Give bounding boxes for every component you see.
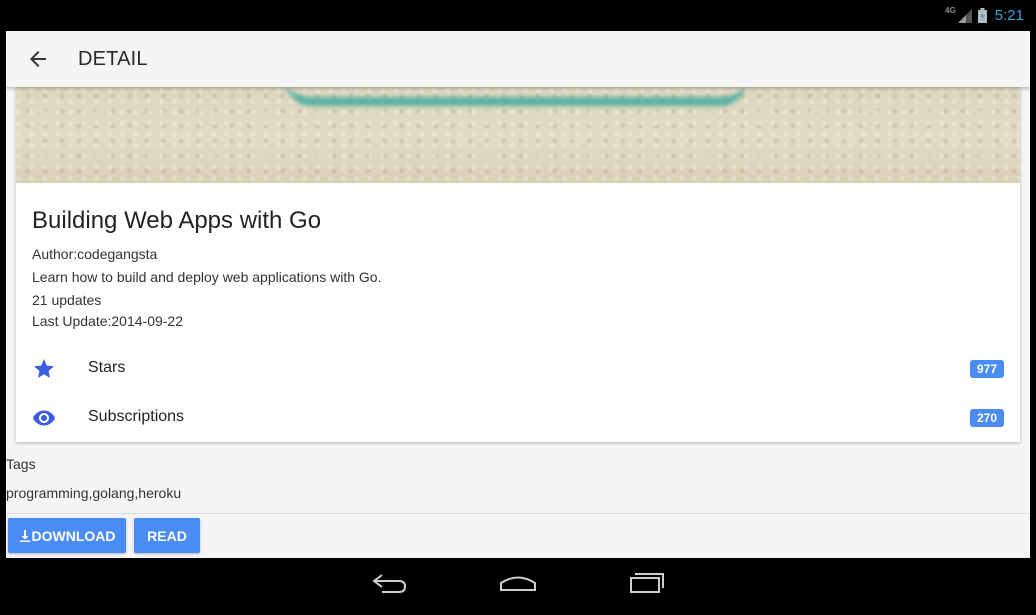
- tags-list: programming,golang,heroku: [6, 485, 182, 501]
- read-label: READ: [147, 527, 187, 544]
- download-label: DOWNLOAD: [31, 527, 116, 544]
- book-updates: 21 updates: [32, 292, 102, 308]
- app-screen: DETAIL Building Web Apps with Go Author:…: [6, 31, 1030, 558]
- star-icon: [34, 359, 54, 378]
- tags-heading: Tags: [6, 456, 36, 472]
- signal-icon: [957, 8, 972, 23]
- download-icon: [19, 529, 30, 542]
- divider: [6, 513, 1030, 514]
- read-button[interactable]: READ: [134, 518, 200, 553]
- status-bar: 4G 5:21: [0, 0, 1036, 31]
- stars-label: Stars: [88, 359, 126, 376]
- download-button[interactable]: DOWNLOAD: [8, 518, 126, 553]
- nav-recents-icon[interactable]: [628, 570, 668, 596]
- network-type: 4G: [945, 6, 956, 15]
- arrow-back-icon: [30, 51, 46, 67]
- book-author: Author:codegangsta: [32, 246, 158, 262]
- system-navigation-bar: [0, 558, 1036, 615]
- subscriptions-count-badge: 270: [970, 409, 1004, 427]
- nav-home-icon[interactable]: [498, 570, 538, 596]
- battery-icon: [977, 8, 987, 23]
- stars-count-badge: 977: [970, 360, 1004, 378]
- book-title: Building Web Apps with Go: [32, 207, 322, 234]
- clock: 5:21: [994, 7, 1024, 24]
- book-last-update: Last Update:2014-09-22: [32, 313, 183, 329]
- page-title: DETAIL: [78, 48, 148, 70]
- book-description: Learn how to build and deploy web applic…: [32, 269, 382, 285]
- app-bar: DETAIL: [6, 31, 1030, 87]
- subscriptions-label: Subscriptions: [88, 408, 185, 425]
- nav-back-icon[interactable]: [370, 570, 410, 596]
- eye-icon: [33, 410, 55, 426]
- subscriptions-row[interactable]: Subscriptions 270: [16, 394, 1020, 442]
- stars-row[interactable]: Stars 977: [16, 345, 1020, 393]
- book-detail-card: Building Web Apps with Go Author:codegan…: [16, 87, 1020, 442]
- book-cover-image: [16, 87, 1020, 183]
- back-button[interactable]: [26, 47, 50, 71]
- status-icons: 4G 5:21: [945, 6, 1024, 24]
- cover-artwork: [286, 87, 746, 106]
